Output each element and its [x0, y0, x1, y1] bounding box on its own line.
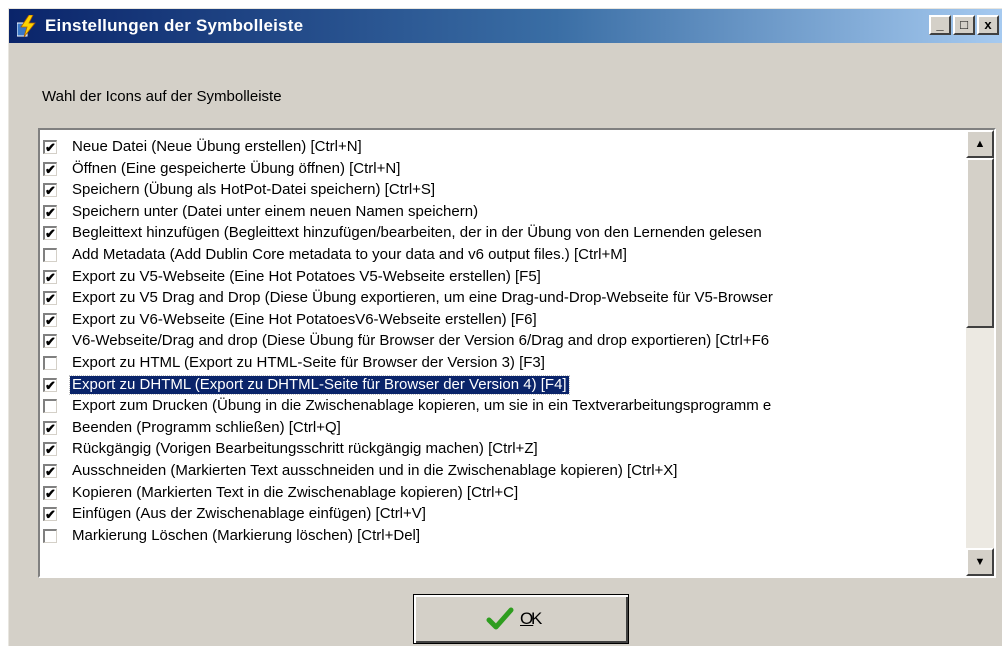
checklist-item[interactable]: ✔ Rückgängig (Vorigen Bearbeitungsschritt…	[40, 439, 968, 461]
checklist-item-label: Ausschneiden (Markierten Text ausschneid…	[72, 461, 678, 479]
lightning-bolt-icon	[16, 14, 39, 38]
checklist-item-label: Speichern unter (Datei unter einem neuen…	[72, 202, 479, 220]
checkbox-checked[interactable]: ✔	[43, 291, 57, 306]
checkbox-checked[interactable]: ✔	[43, 140, 57, 154]
checklist-item-label: Export zu V6-Webseite (Eine Hot Potatoes…	[72, 310, 537, 328]
checklist-item-label: Begleittext hinzufügen (Begleittext hinz…	[72, 224, 762, 242]
checklist-item-label: Rückgängig (Vorigen Bearbeitungsschritt …	[72, 440, 538, 458]
scroll-down-button[interactable]: ▼	[966, 548, 994, 576]
checklist-item-label: Einfügen (Aus der Zwischenablage einfüge…	[72, 505, 426, 523]
checklist-item[interactable]: ✔ Export zu DHTML (Export zu DHTML-Seite …	[40, 374, 968, 397]
icon-checklist[interactable]: ✔ Neue Datei (Neue Übung erstellen) [Ctrl…	[38, 128, 996, 578]
checklist-item[interactable]: ✔ Begleittext hinzufügen (Begleittext hin…	[40, 223, 968, 245]
window-title: Einstellungen der Symbolleiste	[45, 16, 304, 35]
checklist-item[interactable]: Markierung Löschen (Markierung löschen) …	[40, 526, 968, 548]
arrow-down-icon: ▼	[974, 556, 986, 568]
checklist-item[interactable]: ✔ V6-Webseite/Drag and drop (Diese Übung …	[40, 331, 968, 353]
checkbox-checked[interactable]: ✔	[43, 334, 57, 349]
checklist-item[interactable]: ✔ Beenden (Programm schließen) [Ctrl+Q]	[40, 418, 968, 440]
minimize-button[interactable]: _	[929, 15, 951, 35]
checkbox-unchecked[interactable]	[43, 247, 57, 262]
checkbox-checked[interactable]: ✔	[43, 226, 57, 241]
green-check-icon	[486, 607, 514, 631]
checklist-item-label: Kopieren (Markierten Text in die Zwische…	[72, 483, 519, 501]
checkbox-checked[interactable]: ✔	[43, 442, 57, 457]
checklist-item-label: Speichern (Übung als HotPot-Datei speich…	[72, 181, 436, 199]
checklist-item-label: Export zu HTML (Export zu HTML-Seite für…	[72, 353, 545, 371]
checklist-item[interactable]: ✔ Einfügen (Aus der Zwischenablage einfüg…	[40, 504, 968, 526]
checkbox-checked[interactable]: ✔	[43, 420, 57, 435]
checkbox-checked[interactable]: ✔	[43, 463, 57, 478]
checklist-item-label: Export zu V5 Drag and Drop (Diese Übung …	[72, 289, 773, 307]
checkbox-checked[interactable]: ✔	[43, 204, 57, 219]
title-bar[interactable]: Einstellungen der Symbolleiste _ □ x	[9, 9, 1002, 43]
checklist-item-label: Neue Datei (Neue Übung erstellen) [Ctrl+…	[72, 138, 362, 155]
checklist-item[interactable]: ✔ Neue Datei (Neue Übung erstellen) [Ctrl…	[40, 137, 968, 159]
checklist-item-label: V6-Webseite/Drag and drop (Diese Übung f…	[72, 332, 770, 350]
scroll-thumb[interactable]	[966, 158, 994, 328]
checklist-item[interactable]: ✔ Öffnen (Eine gespeicherte Übung öffnen)…	[40, 159, 968, 181]
checkbox-unchecked[interactable]	[43, 355, 57, 370]
checklist-item-label: Export zu DHTML (Export zu DHTML-Seite f…	[69, 374, 570, 395]
checklist-item-label: Beenden (Programm schließen) [Ctrl+Q]	[72, 418, 341, 436]
checklist-item-label: Export zu V5-Webseite (Eine Hot Potatoes…	[72, 267, 541, 285]
checkbox-checked[interactable]: ✔	[43, 485, 57, 500]
checklist-item[interactable]: ✔ Export zu V5-Webseite (Eine Hot Potatoe…	[40, 267, 968, 289]
checklist-item[interactable]: Add Metadata (Add Dublin Core metadata t…	[40, 245, 968, 267]
ok-button[interactable]: O K	[413, 594, 629, 644]
checkbox-checked[interactable]: ✔	[43, 312, 57, 327]
checkbox-checked[interactable]: ✔	[43, 377, 57, 392]
checklist-item[interactable]: Export zu HTML (Export zu HTML-Seite für…	[40, 353, 968, 375]
checkbox-checked[interactable]: ✔	[43, 161, 57, 176]
instruction-label: Wahl der Icons auf der Symbolleiste	[42, 88, 282, 105]
scroll-up-button[interactable]: ▲	[966, 130, 994, 158]
checklist-item[interactable]: Export zum Drucken (Übung in die Zwische…	[40, 396, 968, 418]
checklist-item[interactable]: ✔ Speichern (Übung als HotPot-Datei speic…	[40, 180, 968, 202]
checkbox-checked[interactable]: ✔	[43, 507, 57, 522]
maximize-button[interactable]: □	[953, 15, 975, 35]
checkbox-checked[interactable]: ✔	[43, 183, 57, 198]
checkbox-checked[interactable]: ✔	[43, 269, 57, 284]
ok-label-rest: K	[531, 609, 543, 628]
checkbox-unchecked[interactable]	[43, 528, 57, 543]
vertical-scrollbar[interactable]: ▲ ▼	[966, 130, 994, 576]
checklist-item-label: Öffnen (Eine gespeicherte Übung öffnen) …	[72, 159, 401, 177]
checklist-item[interactable]: ✔ Kopieren (Markierten Text in die Zwisch…	[40, 483, 968, 505]
checklist-item[interactable]: ✔ Export zu V5 Drag and Drop (Diese Übung…	[40, 288, 968, 310]
checklist-item[interactable]: ✔ Export zu V6-Webseite (Eine Hot Potatoe…	[40, 310, 968, 332]
close-button[interactable]: x	[977, 15, 999, 35]
checklist-item-label: Markierung Löschen (Markierung löschen) …	[72, 526, 421, 544]
checklist-rows: ✔ Neue Datei (Neue Übung erstellen) [Ctrl…	[40, 137, 968, 547]
checklist-item-label: Add Metadata (Add Dublin Core metadata t…	[72, 245, 627, 263]
checklist-item[interactable]: ✔ Speichern unter (Datei unter einem neue…	[40, 202, 968, 224]
checkbox-unchecked[interactable]	[43, 399, 57, 414]
checklist-item[interactable]: ✔ Ausschneiden (Markierten Text ausschnei…	[40, 461, 968, 483]
checklist-item-label: Export zum Drucken (Übung in die Zwische…	[72, 397, 772, 415]
settings-dialog: Einstellungen der Symbolleiste _ □ x Wah…	[8, 8, 1002, 646]
arrow-up-icon: ▲	[974, 138, 986, 150]
